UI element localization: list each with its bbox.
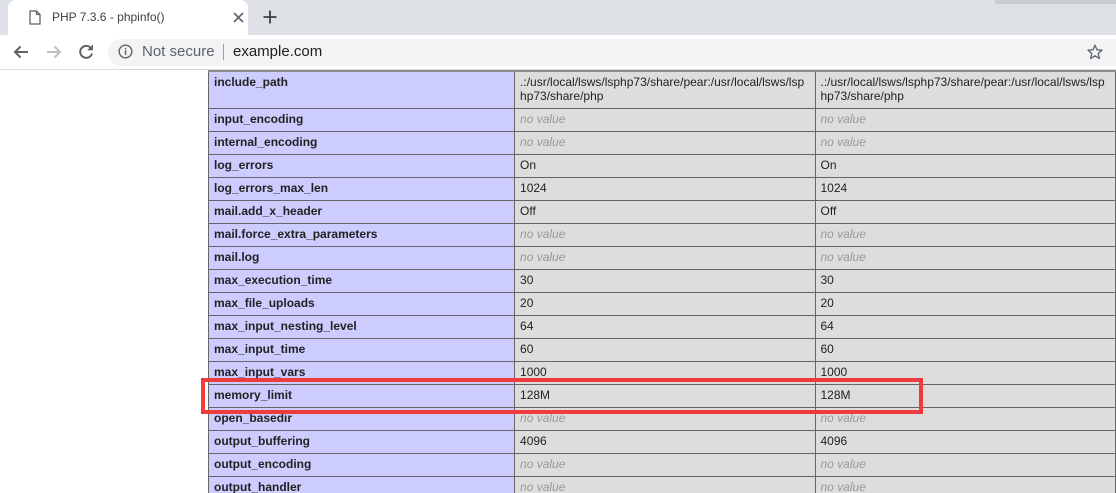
url-text[interactable]: example.com <box>233 43 322 60</box>
directive-name: output_handler <box>207 475 516 493</box>
table-row: max_input_vars 1000 1000 <box>207 360 1116 385</box>
tab-title: PHP 7.3.6 - phpinfo() <box>52 10 165 24</box>
directive-name: mail.add_x_header <box>207 199 516 224</box>
local-value: 4096 <box>514 429 816 454</box>
local-value: Off <box>514 199 816 224</box>
table-row: output_buffering 4096 4096 <box>207 429 1116 454</box>
document-icon <box>29 10 41 25</box>
plus-icon[interactable] <box>262 9 278 25</box>
directive-name: output_buffering <box>207 429 516 454</box>
master-value: 128M <box>814 383 1116 408</box>
directive-name: memory_limit <box>207 383 516 408</box>
directive-name: log_errors <box>207 153 516 178</box>
table-row: internal_encoding no value no value <box>207 130 1116 155</box>
master-value: 4096 <box>814 429 1116 454</box>
master-value: 1000 <box>814 360 1116 385</box>
local-value: no value <box>514 245 816 270</box>
local-value: 128M <box>514 383 816 408</box>
arrow-left-icon[interactable] <box>12 43 30 61</box>
master-value: no value <box>814 222 1116 247</box>
local-value: 1000 <box>514 360 816 385</box>
table-row: open_basedir no value no value <box>207 406 1116 431</box>
directive-name: max_execution_time <box>207 268 516 293</box>
table-row: log_errors_max_len 1024 1024 <box>207 176 1116 201</box>
master-value: 60 <box>814 337 1116 362</box>
table-row: output_encoding no value no value <box>207 452 1116 477</box>
table-row: memory_limit 128M 128M <box>207 383 1116 408</box>
star-icon[interactable] <box>1087 44 1103 60</box>
local-value: no value <box>514 130 816 155</box>
master-value: no value <box>814 452 1116 477</box>
master-value: Off <box>814 199 1116 224</box>
master-value: no value <box>814 406 1116 431</box>
master-value: 64 <box>814 314 1116 339</box>
table-row: mail.add_x_header Off Off <box>207 199 1116 224</box>
directive-name: mail.force_extra_parameters <box>207 222 516 247</box>
directive-name: open_basedir <box>207 406 516 431</box>
page-content: include_path .:/usr/local/lsws/lsphp73/sh… <box>0 70 1116 493</box>
address-separator <box>223 44 224 60</box>
directive-name: max_file_uploads <box>207 291 516 316</box>
local-value: 60 <box>514 337 816 362</box>
local-value: 20 <box>514 291 816 316</box>
table-row: input_encoding no value no value <box>207 107 1116 132</box>
master-value: no value <box>814 107 1116 132</box>
directive-name: mail.log <box>207 245 516 270</box>
master-value: 20 <box>814 291 1116 316</box>
directive-name: internal_encoding <box>207 130 516 155</box>
local-value: 1024 <box>514 176 816 201</box>
security-label[interactable]: Not secure <box>142 43 215 60</box>
local-value: no value <box>514 475 816 493</box>
local-value: 30 <box>514 268 816 293</box>
table-row: max_execution_time 30 30 <box>207 268 1116 293</box>
directive-name: log_errors_max_len <box>207 176 516 201</box>
close-icon[interactable] <box>232 11 245 24</box>
phpinfo-core-table: include_path .:/usr/local/lsws/lsphp73/sh… <box>207 70 1116 493</box>
table-row: max_file_uploads 20 20 <box>207 291 1116 316</box>
local-value: no value <box>514 406 816 431</box>
directive-name: max_input_vars <box>207 360 516 385</box>
table-row: include_path .:/usr/local/lsws/lsphp73/sh… <box>207 70 1116 109</box>
master-value: no value <box>814 130 1116 155</box>
directive-name: max_input_nesting_level <box>207 314 516 339</box>
table-row: log_errors On On <box>207 153 1116 178</box>
table-row: max_input_time 60 60 <box>207 337 1116 362</box>
local-value: no value <box>514 107 816 132</box>
browser-tab[interactable]: PHP 7.3.6 - phpinfo() <box>8 0 248 35</box>
local-value: On <box>514 153 816 178</box>
table-row: max_input_nesting_level 64 64 <box>207 314 1116 339</box>
arrow-right-icon[interactable] <box>45 43 63 61</box>
directive-name: include_path <box>207 70 516 109</box>
master-value: no value <box>814 245 1116 270</box>
table-row: mail.force_extra_parameters no value no va… <box>207 222 1116 247</box>
reload-icon[interactable] <box>77 43 95 61</box>
tab-strip: PHP 7.3.6 - phpinfo() <box>0 0 1116 35</box>
master-value: .:/usr/local/lsws/lsphp73/share/pear:/us… <box>814 70 1116 109</box>
local-value: no value <box>514 452 816 477</box>
tab-strip-edge <box>995 0 1116 4</box>
table-row: output_handler no value no value <box>207 475 1116 493</box>
directive-name: max_input_time <box>207 337 516 362</box>
directive-name: input_encoding <box>207 107 516 132</box>
master-value: 30 <box>814 268 1116 293</box>
local-value: .:/usr/local/lsws/lsphp73/share/pear:/us… <box>514 70 816 109</box>
local-value: no value <box>514 222 816 247</box>
table-row: mail.log no value no value <box>207 245 1116 270</box>
local-value: 64 <box>514 314 816 339</box>
master-value: no value <box>814 475 1116 493</box>
directive-name: output_encoding <box>207 452 516 477</box>
master-value: On <box>814 153 1116 178</box>
info-icon[interactable] <box>118 44 133 59</box>
master-value: 1024 <box>814 176 1116 201</box>
